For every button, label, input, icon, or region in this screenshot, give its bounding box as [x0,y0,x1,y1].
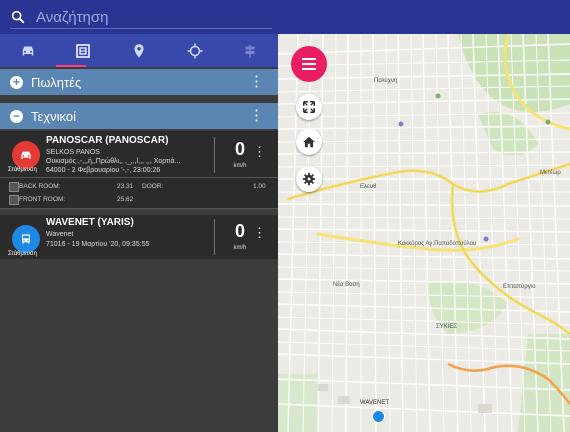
vehicle-item-wavenet[interactable]: Στάθμευση WAVENET (YARIS) Wavenet 71016 … [0,215,278,259]
map-label: ΣΥΚΙΕΣ [436,324,458,330]
sensor-value: 23.31 [117,183,134,190]
sensor-value: 1.00 [253,183,266,190]
divider [214,137,215,173]
more-vert-icon[interactable]: ⋮ [253,145,266,158]
street-map [278,34,570,432]
home-button[interactable] [296,129,322,155]
menu-icon [302,58,316,70]
divider [214,219,215,255]
vehicle-status: Στάθμευση [8,251,37,257]
sensor-value: 25.62 [117,196,134,203]
tab-bar [0,34,278,67]
map-label: WAVENET [360,400,390,406]
fullscreen-icon [302,100,316,114]
vehicle-address: Ουκισμός ,-,,,ή,,Πρώθλι,, ,_,,,l,,, ,,, … [46,158,181,165]
search-bar [10,6,272,29]
map-label: Επταπύργιο [503,284,536,290]
vehicle-avatar [12,141,40,169]
broken-image-icon [9,182,19,192]
vehicle-datetime: 71016 - 19 Μαρτίου '20, 09:35:55 [46,241,150,248]
group-technicians[interactable]: − Τεχνικοί ⋮ [0,103,278,129]
vehicle-name: PANOSCAR (PANOSCAR) [46,135,169,146]
home-icon [303,136,315,148]
vehicle-speed: 0 [234,221,245,241]
vehicle-driver: SELKOS PANOS [46,149,100,156]
group-label: Πωλητές [31,74,82,90]
more-vert-icon[interactable]: ⋮ [249,74,264,89]
fullscreen-button[interactable] [296,94,322,120]
side-panel: + Πωλητές ⋮ − Τεχνικοί ⋮ Στάθμευση PANOS… [0,34,278,432]
map-label: Νέα Βαση [333,282,360,288]
more-vert-icon[interactable]: ⋮ [249,108,264,123]
crosshair-icon [187,43,203,58]
sensor-label: BACK ROOM: [19,183,61,190]
report-icon [76,43,91,58]
group-label: Τεχνικοί [31,108,76,124]
vehicle-speed: 0 [234,139,245,159]
tab-reports[interactable] [56,34,112,67]
gear-icon [302,172,316,186]
expand-icon[interactable]: + [10,75,23,89]
road-sign-icon [244,44,256,58]
vehicle-status: Στάθμευση [8,167,37,173]
tab-routes[interactable] [222,34,278,67]
tab-vehicles[interactable] [0,34,56,67]
vehicle-driver: Wavenet [46,231,74,238]
tab-places[interactable] [111,34,167,67]
collapse-icon[interactable]: − [10,109,23,123]
top-bar [0,0,570,34]
map-label: Ελευθ [360,184,377,190]
vehicle-marker[interactable] [372,410,385,423]
sensor-label: FRONT ROOM: [19,196,66,203]
sensor-label: DOOR: [142,183,164,190]
group-salesmen[interactable]: + Πωλητές ⋮ [0,69,278,95]
place-icon [134,43,144,58]
vehicle-sensors: BACK ROOM: 23.31 DOOR: 1.00 FRONT ROOM: … [0,177,278,209]
speed-unit: km/h [233,245,247,251]
broken-image-icon [9,195,19,205]
map-label: Κοκκόρος Αγ.Παπαδοπούλου [398,241,477,247]
vehicle-item-panoscar[interactable]: Στάθμευση PANOSCAR (PANOSCAR) SELKOS PAN… [0,131,278,177]
more-vert-icon[interactable]: ⋮ [253,226,266,239]
search-input[interactable] [36,8,256,26]
settings-button[interactable] [296,166,322,192]
tab-active-indicator [56,65,86,67]
vehicle-name: WAVENET (YARIS) [46,217,134,228]
car-icon [21,151,31,159]
bus-icon [22,234,30,244]
speed-unit: km/h [233,163,247,169]
vehicle-avatar [12,225,40,253]
vehicle-datetime: 64000 - 2 Φεβρουαρίου '-,-, 23:00:26 [46,167,161,174]
menu-button[interactable] [291,46,327,82]
map-label: Μετέωρ [540,170,561,176]
map-view[interactable]: Πολύχνη Μετέωρ Ελευθ Κοκκόρος Αγ.Παπαδοπ… [278,34,570,432]
map-label: Πολύχνη [374,78,398,84]
tab-location[interactable] [167,34,223,67]
car-icon [22,46,34,55]
search-icon [11,10,25,24]
